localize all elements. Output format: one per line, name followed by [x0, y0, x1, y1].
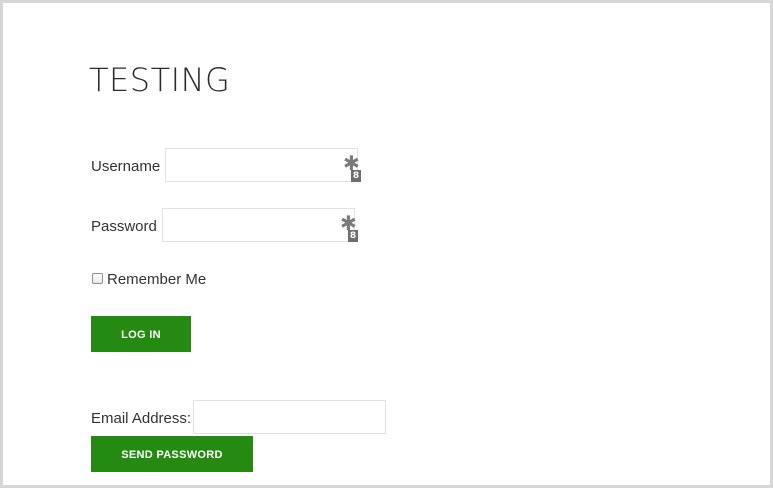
send-password-button[interactable]: SEND PASSWORD: [91, 436, 253, 472]
badge-count: 8: [348, 230, 358, 242]
remember-me-checkbox[interactable]: [92, 273, 103, 284]
email-address-label: Email Address:: [91, 410, 192, 427]
remember-me-label[interactable]: Remember Me: [107, 270, 206, 290]
password-label: Password: [91, 218, 157, 235]
username-label: Username: [91, 158, 161, 175]
password-manager-badge-username[interactable]: ✱ 8: [343, 152, 365, 182]
page-title: TESTING: [89, 61, 231, 99]
password-input[interactable]: [162, 208, 355, 242]
password-manager-badge-password[interactable]: ✱ 8: [340, 212, 362, 242]
email-address-input[interactable]: [193, 400, 386, 434]
login-button[interactable]: LOG IN: [91, 316, 191, 352]
username-input[interactable]: [165, 148, 358, 182]
badge-count: 8: [351, 170, 361, 182]
